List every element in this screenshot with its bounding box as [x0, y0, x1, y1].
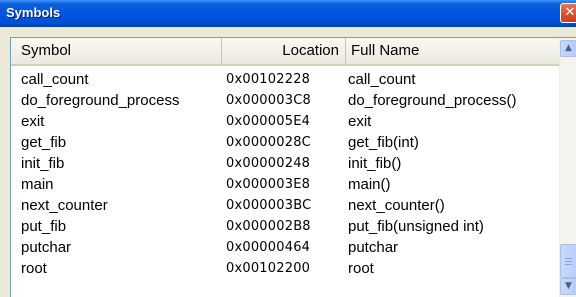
location-cell: 0x000003C8: [226, 93, 311, 108]
window-title: Symbols: [6, 5, 61, 20]
full-name-cell: next_counter(): [348, 197, 445, 214]
table-row[interactable]: put_fib 0x000002B8 put_fib(unsigned int): [11, 216, 559, 237]
symbol-cell: next_counter: [21, 197, 108, 214]
close-button[interactable]: ✕: [560, 3, 576, 23]
location-cell: 0x000005E4: [226, 114, 311, 129]
location-cell: 0x000003E8: [226, 177, 311, 192]
column-header-full-name[interactable]: Full Name: [346, 38, 559, 64]
location-cell: 0x00000464: [226, 240, 311, 255]
symbol-cell: main: [21, 176, 54, 193]
symbols-list-view[interactable]: Symbol Location Full Name call_count 0x0…: [10, 37, 576, 297]
full-name-cell: init_fib(): [348, 155, 402, 172]
full-name-cell: call_count: [348, 71, 416, 88]
table-row[interactable]: main 0x000003E8 main(): [11, 174, 559, 195]
chevron-down-icon: ▼: [565, 281, 572, 291]
table-row[interactable]: root 0x00102200 root: [11, 258, 559, 279]
table-row[interactable]: next_counter 0x000003BC next_counter(): [11, 195, 559, 216]
table-row[interactable]: call_count 0x00102228 call_count: [11, 69, 559, 90]
full-name-cell: put_fib(unsigned int): [348, 218, 484, 235]
column-header-symbol[interactable]: Symbol: [11, 38, 222, 64]
location-cell: 0x000002B8: [226, 219, 311, 234]
symbol-cell: root: [21, 260, 47, 277]
full-name-cell: do_foreground_process(): [348, 92, 517, 109]
location-cell: 0x00102228: [226, 72, 311, 87]
scroll-up-button[interactable]: ▲: [560, 40, 576, 57]
title-bar[interactable]: Symbols ✕: [0, 0, 576, 27]
column-header: Symbol Location Full Name: [11, 38, 559, 66]
location-cell: 0x00000248: [226, 156, 311, 171]
scroll-down-button[interactable]: ▼: [560, 278, 576, 295]
symbol-cell: putchar: [21, 239, 72, 256]
symbol-rows: call_count 0x00102228 call_count do_fore…: [11, 69, 559, 279]
table-row[interactable]: init_fib 0x00000248 init_fib(): [11, 153, 559, 174]
full-name-cell: exit: [348, 113, 372, 130]
table-row[interactable]: get_fib 0x0000028C get_fib(int): [11, 132, 559, 153]
full-name-cell: get_fib(int): [348, 134, 419, 151]
symbol-cell: do_foreground_process: [21, 92, 180, 109]
location-cell: 0x0000028C: [226, 135, 311, 150]
table-row[interactable]: do_foreground_process 0x000003C8 do_fore…: [11, 90, 559, 111]
symbol-cell: init_fib: [21, 155, 65, 172]
chevron-up-icon: ▲: [565, 43, 572, 53]
close-icon: ✕: [564, 5, 576, 20]
location-cell: 0x000003BC: [226, 198, 312, 213]
symbol-cell: exit: [21, 113, 45, 130]
table-row[interactable]: putchar 0x00000464 putchar: [11, 237, 559, 258]
vertical-scrollbar[interactable]: ▲ ▼: [559, 38, 576, 297]
grip-line: [565, 261, 572, 262]
symbol-cell: put_fib: [21, 218, 67, 235]
grip-line: [565, 258, 572, 259]
scroll-thumb[interactable]: [560, 244, 576, 278]
column-header-location[interactable]: Location: [222, 38, 346, 64]
full-name-cell: main(): [348, 176, 391, 193]
symbol-cell: get_fib: [21, 134, 67, 151]
symbol-cell: call_count: [21, 71, 89, 88]
full-name-cell: putchar: [348, 239, 399, 256]
full-name-cell: root: [348, 260, 374, 277]
table-row[interactable]: exit 0x000005E4 exit: [11, 111, 559, 132]
location-cell: 0x00102200: [226, 261, 311, 276]
grip-line: [565, 264, 572, 265]
